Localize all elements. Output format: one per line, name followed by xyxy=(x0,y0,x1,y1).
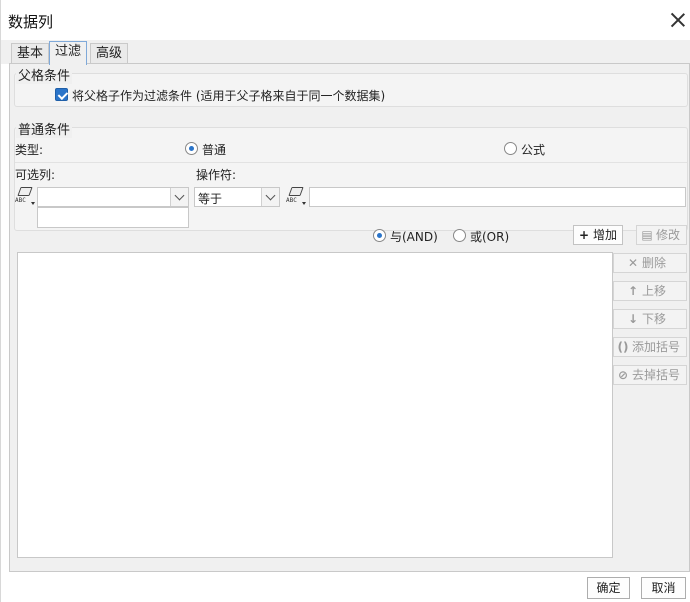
operator-select[interactable]: 等于 xyxy=(194,187,280,207)
close-icon[interactable] xyxy=(668,10,688,30)
close-icon: ✕ xyxy=(627,256,639,270)
add-bracket-button[interactable]: () 添加括号 xyxy=(613,337,687,357)
move-down-button[interactable]: ↓ 下移 xyxy=(613,309,687,329)
arrow-down-icon: ↓ xyxy=(627,312,639,326)
add-button[interactable]: + 增加 xyxy=(573,225,623,245)
parent-condition-label: 父格条件 xyxy=(16,65,73,84)
divider xyxy=(15,162,687,163)
or-label: 或(OR) xyxy=(470,230,510,244)
remove-bracket-button[interactable]: ⊘ 去掉括号 xyxy=(613,365,687,385)
value-input[interactable] xyxy=(309,187,686,207)
chevron-down-icon[interactable] xyxy=(261,188,279,206)
type-normal-label: 普通 xyxy=(202,143,227,157)
use-parent-filter-checkbox[interactable] xyxy=(55,88,68,101)
columns-label: 可选列: xyxy=(15,168,56,182)
column-type-icon[interactable]: ABC xyxy=(15,187,35,207)
modify-button[interactable]: ▤ 修改 xyxy=(636,225,687,245)
type-formula-radio[interactable] xyxy=(504,142,517,155)
chevron-down-icon[interactable] xyxy=(170,188,188,206)
columns-list-box[interactable] xyxy=(37,207,189,228)
normal-condition-label: 普通条件 xyxy=(16,119,73,138)
operator-label: 操作符: xyxy=(196,168,237,182)
tab-filter[interactable]: 过滤 xyxy=(49,41,88,65)
delete-button[interactable]: ✕ 删除 xyxy=(613,253,687,273)
title-bar: 数据列 xyxy=(1,0,690,40)
columns-select[interactable] xyxy=(37,187,189,207)
type-normal-radio[interactable] xyxy=(185,142,198,155)
data-column-dialog: 数据列 基本 过滤 高级 父格条件 将父格子作为过滤条件 (适用于父子格来自于同… xyxy=(0,0,690,602)
ok-button[interactable]: 确定 xyxy=(587,577,630,599)
brackets-icon: () xyxy=(617,340,629,354)
edit-icon: ▤ xyxy=(641,228,653,242)
dialog-title: 数据列 xyxy=(8,13,54,31)
operator-value: 等于 xyxy=(198,192,223,206)
type-formula-label: 公式 xyxy=(521,143,546,157)
use-parent-filter-label: 将父格子作为过滤条件 (适用于父子格来自于同一个数据集) xyxy=(72,89,386,103)
plus-icon: + xyxy=(578,228,590,242)
remove-brackets-icon: ⊘ xyxy=(617,368,629,382)
arrow-up-icon: ↑ xyxy=(627,284,639,298)
and-label: 与(AND) xyxy=(390,230,438,244)
tab-advanced[interactable]: 高级 xyxy=(90,43,129,64)
move-up-button[interactable]: ↑ 上移 xyxy=(613,281,687,301)
tab-basic[interactable]: 基本 xyxy=(11,43,50,64)
and-radio[interactable] xyxy=(373,229,386,242)
cancel-button[interactable]: 取消 xyxy=(641,577,686,599)
type-label: 类型: xyxy=(15,143,44,157)
condition-list[interactable] xyxy=(17,252,613,558)
or-radio[interactable] xyxy=(453,229,466,242)
value-type-icon[interactable]: ABC xyxy=(286,187,306,207)
